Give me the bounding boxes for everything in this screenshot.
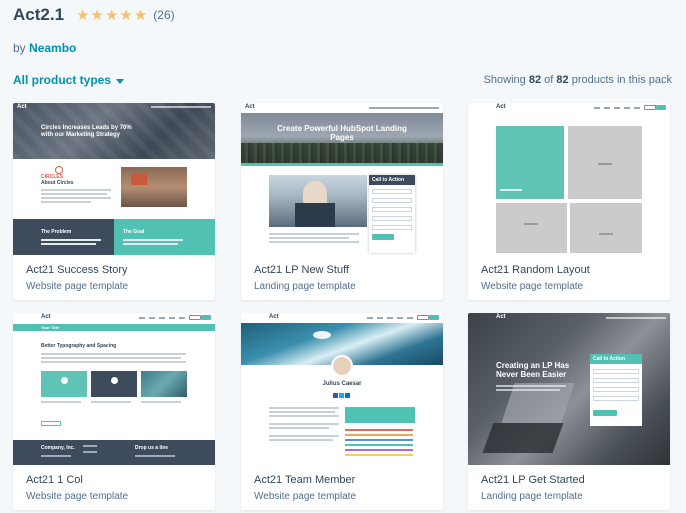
preview-hero-text: Circles Increases Leads by 70% with our … xyxy=(41,125,132,138)
card-type: Website page template xyxy=(254,491,357,502)
byline-prefix: by xyxy=(13,41,26,55)
card-title[interactable]: Act21 1 Col xyxy=(26,474,83,486)
preview-hero-text: Create Powerful HubSpot Landing Pages xyxy=(277,124,407,142)
filter-label: All product types xyxy=(13,73,112,87)
star-icon: ★ xyxy=(90,6,104,24)
preview-form-title: Call to Action xyxy=(372,177,405,183)
showing-of: of xyxy=(544,74,554,86)
results-count: Showing 82 of 82 products in this pack xyxy=(484,74,672,86)
product-card[interactable]: Act Act21 Random Layout Website page tem… xyxy=(468,103,670,300)
card-type: Landing page template xyxy=(254,281,356,292)
card-type: Landing page template xyxy=(481,491,583,502)
star-icon: ★ xyxy=(76,6,90,24)
pack-title: Act2.1 xyxy=(13,5,65,24)
product-card[interactable]: Act Creating an LP Has Never Been Easier… xyxy=(468,313,670,510)
preview-logo: Act xyxy=(269,314,279,320)
rating-stars: ★ ★ ★ ★ ★ xyxy=(76,8,147,23)
rating-count[interactable]: (26) xyxy=(153,8,174,22)
product-card[interactable]: Act Julius Caesar Act21 Team Member Webs… xyxy=(241,313,443,510)
template-preview: Act Create Powerful HubSpot Landing Page… xyxy=(241,103,443,255)
card-type: Website page template xyxy=(26,281,129,292)
author-link[interactable]: Neambo xyxy=(29,41,76,55)
preview-hero-text: Creating an LP Has Never Been Easier xyxy=(496,361,570,379)
template-preview: Act xyxy=(468,103,670,255)
preview-logo: Act xyxy=(41,314,51,320)
showing-suffix: products in this pack xyxy=(571,74,672,86)
card-type: Website page template xyxy=(26,491,129,502)
preview-logo: Act xyxy=(245,104,255,110)
template-preview: Act Your Title Better Typography and Spa… xyxy=(13,313,215,465)
preview-person-name: Julius Caesar xyxy=(322,381,362,387)
card-title[interactable]: Act21 Success Story xyxy=(26,264,128,276)
template-preview: Act Julius Caesar xyxy=(241,313,443,465)
product-type-filter[interactable]: All product types xyxy=(13,73,125,87)
preview-goal-label: The Goal xyxy=(123,229,145,235)
shown-count: 82 xyxy=(528,74,542,86)
card-title[interactable]: Act21 Team Member xyxy=(254,474,355,486)
preview-logo: Act xyxy=(17,104,27,110)
card-title[interactable]: Act21 LP New Stuff xyxy=(254,264,349,276)
star-icon: ★ xyxy=(133,6,148,24)
template-preview: Act Circles Increases Leads by 70% with … xyxy=(13,103,215,255)
showing-prefix: Showing xyxy=(483,74,526,86)
product-card[interactable]: Act Create Powerful HubSpot Landing Page… xyxy=(241,103,443,300)
preview-problem-label: The Problem xyxy=(41,229,72,235)
byline: by Neambo xyxy=(13,41,76,55)
product-card[interactable]: Act Your Title Better Typography and Spa… xyxy=(13,313,215,510)
preview-logo: Act xyxy=(496,104,506,110)
preview-footer-company: Company, Inc. xyxy=(41,445,75,451)
star-icon: ★ xyxy=(119,6,133,24)
card-title[interactable]: Act21 LP Get Started xyxy=(481,474,585,486)
preview-footer-drop: Drop us a line xyxy=(135,445,169,451)
preview-about-label: About Circles xyxy=(41,180,74,186)
preview-banner-text: Your Title xyxy=(41,325,60,330)
template-preview: Act Creating an LP Has Never Been Easier… xyxy=(468,313,670,465)
preview-logo: Act xyxy=(496,314,506,320)
star-icon: ★ xyxy=(104,6,119,24)
product-card[interactable]: Act Circles Increases Leads by 70% with … xyxy=(13,103,215,300)
total-count: 82 xyxy=(556,74,569,86)
preview-form-title: Call to Action xyxy=(593,356,626,362)
card-type: Website page template xyxy=(481,281,584,292)
preview-heading: Better Typography and Spacing xyxy=(41,343,117,349)
card-title[interactable]: Act21 Random Layout xyxy=(481,264,590,276)
pack-header: Act2.1 ★ ★ ★ ★ ★ (26) xyxy=(13,5,175,25)
caret-down-icon xyxy=(116,78,125,84)
